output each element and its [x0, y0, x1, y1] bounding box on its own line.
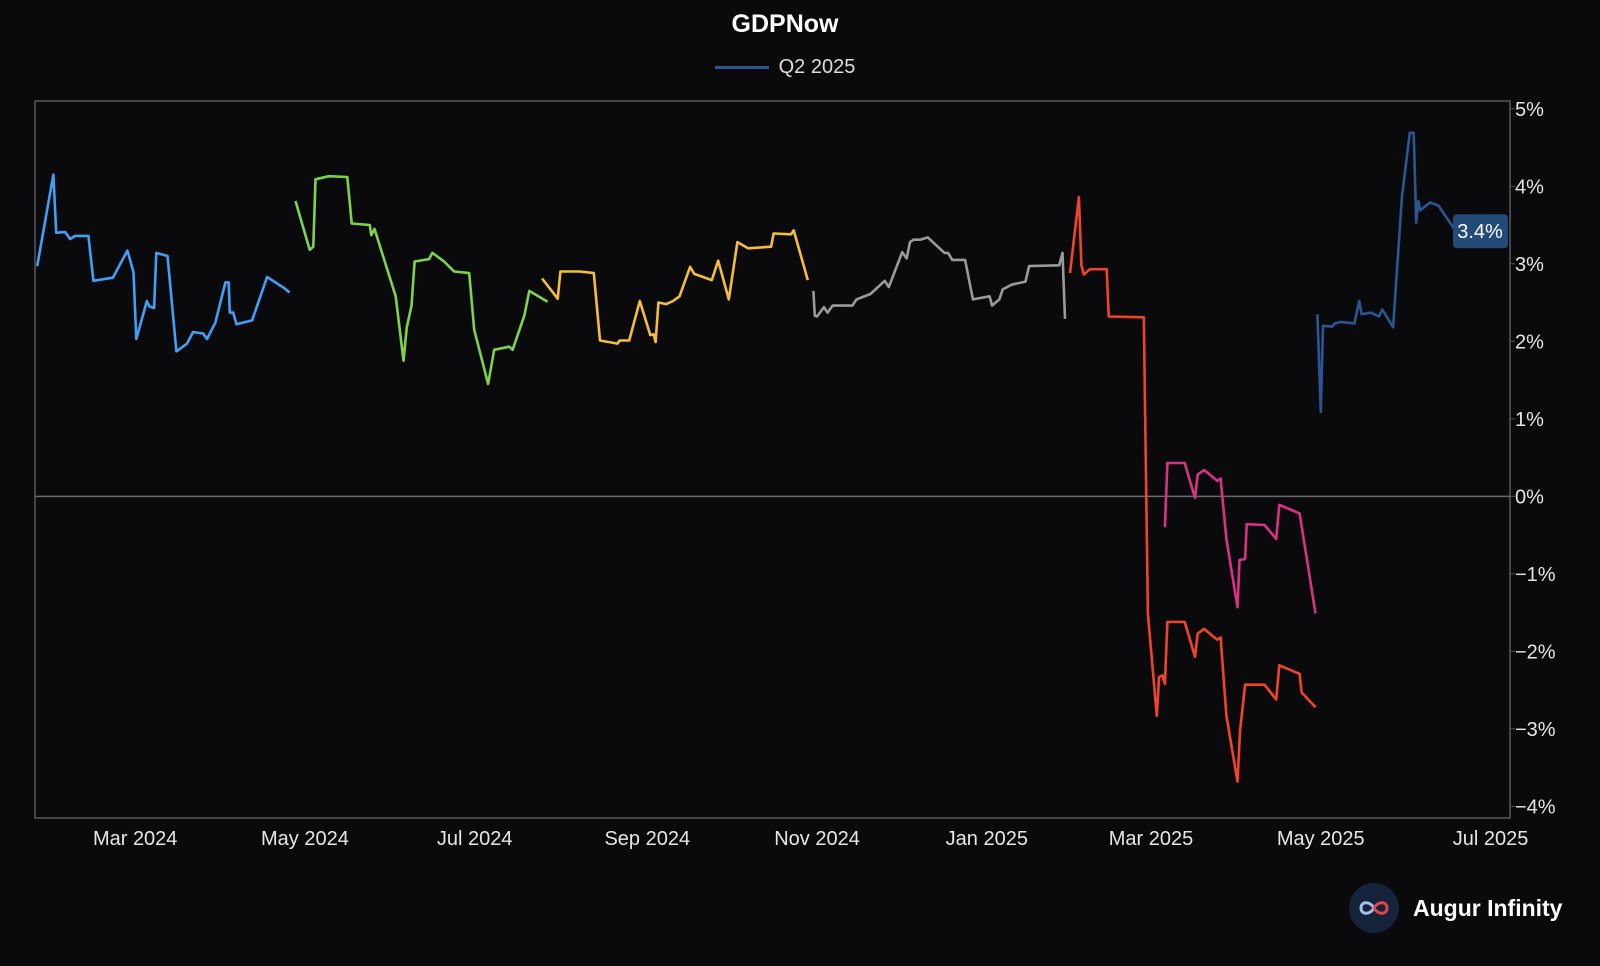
series-line-6: [1316, 131, 1457, 414]
y-tick-label: −4%: [1515, 796, 1556, 818]
brand-name: Augur Infinity: [1413, 894, 1563, 921]
brand: Augur Infinity: [1349, 883, 1562, 933]
series-line-1: [294, 174, 549, 386]
y-tick-label: 2%: [1515, 331, 1544, 353]
x-tick-label: Jan 2025: [946, 828, 1028, 850]
y-tick-label: −2%: [1515, 641, 1556, 663]
series-line-3: [812, 236, 1067, 319]
x-tick-label: Mar 2025: [1109, 828, 1194, 850]
plot-area-border: [34, 100, 1511, 819]
x-tick-label: May 2025: [1277, 828, 1365, 850]
y-tick-label: 5%: [1515, 99, 1544, 121]
augur-infinity-logo-icon: [1349, 883, 1399, 933]
last-value-label: 3.4%: [1457, 221, 1503, 243]
chart-canvas: 5% 4% 3% 2% 1% 0% −1% −2% −3% −4% Mar 2024 May 202…: [34, 99, 1556, 850]
series-line-5: [1163, 461, 1317, 614]
x-tick-label: Mar 2024: [93, 828, 178, 850]
y-tick-label: 0%: [1515, 486, 1544, 508]
series-line-0: [35, 173, 291, 353]
x-tick-label: May 2024: [261, 828, 349, 850]
y-tick-label: −3%: [1515, 719, 1556, 741]
y-tick-label: −1%: [1515, 564, 1556, 586]
y-tick-label: 1%: [1515, 409, 1544, 431]
y-tick-label: 4%: [1515, 176, 1544, 198]
x-tick-label: Jul 2025: [1453, 828, 1529, 850]
y-tick-label: 3%: [1515, 254, 1544, 276]
x-tick-label: Sep 2024: [604, 828, 690, 850]
x-tick-label: Nov 2024: [774, 828, 860, 850]
x-tick-label: Jul 2024: [437, 828, 513, 850]
series-line-2: [541, 229, 810, 345]
